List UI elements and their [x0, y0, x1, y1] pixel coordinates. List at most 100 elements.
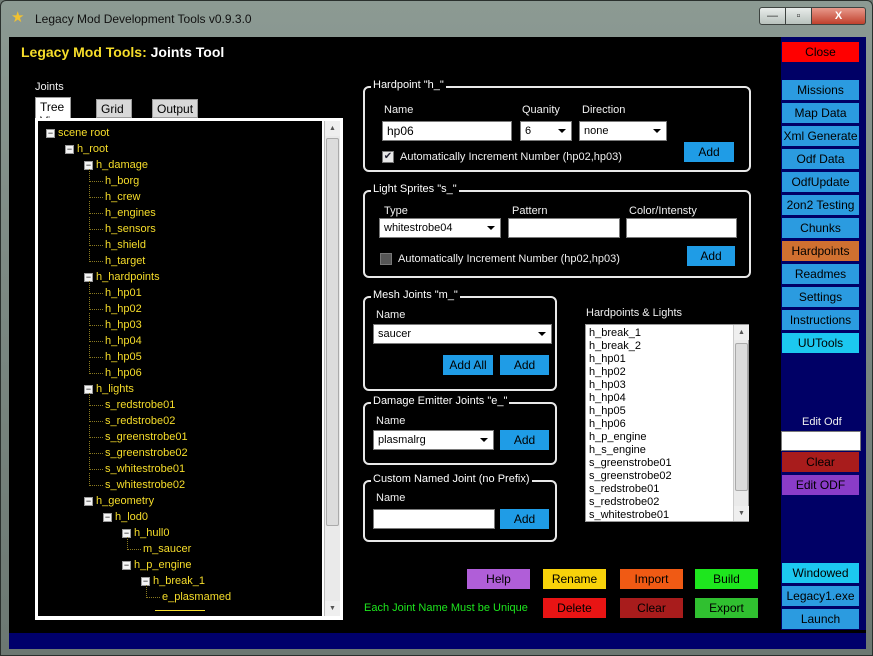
help-button[interactable]: Help	[467, 569, 530, 589]
tree-node[interactable]: s_whitestrobe02	[105, 479, 185, 491]
nav-odf-data[interactable]: Odf Data	[782, 149, 859, 169]
scroll-thumb[interactable]	[735, 343, 748, 491]
scroll-up-arrow-icon[interactable]: ▲	[734, 325, 749, 340]
tree-node[interactable]: s_whitestrobe01	[105, 463, 185, 475]
list-item[interactable]: s_greenstrobe02	[589, 470, 672, 482]
nav-map-data[interactable]: Map Data	[782, 103, 859, 123]
tree-node[interactable]: h_damage	[96, 159, 148, 171]
scroll-down-arrow-icon[interactable]: ▼	[734, 506, 749, 521]
edit-odf-button[interactable]: Edit ODF	[782, 475, 859, 495]
nav-odf-update[interactable]: OdfUpdate	[782, 172, 859, 192]
tree-node[interactable]: h_p_engine	[134, 559, 192, 571]
list-item[interactable]: h_hp05	[589, 405, 626, 417]
odf-clear-button[interactable]: Clear	[782, 452, 859, 472]
edit-odf-input[interactable]	[781, 431, 861, 451]
tree-node[interactable]: h_sensors	[105, 223, 156, 235]
light-type-select[interactable]: whitestrobe04	[379, 218, 501, 238]
nav-xml-generate[interactable]: Xml Generate	[782, 126, 859, 146]
tab-output[interactable]: Output	[152, 99, 199, 118]
tree-expander-icon[interactable]: −	[65, 145, 74, 154]
list-item[interactable]: h_hp06	[589, 418, 626, 430]
light-auto-increment-checkbox[interactable]	[380, 253, 392, 265]
custom-name-input[interactable]	[373, 509, 495, 529]
custom-add-button[interactable]: Add	[500, 509, 549, 529]
clear-button[interactable]: Clear	[620, 598, 683, 618]
legacy-exe-button[interactable]: Legacy1.exe	[782, 586, 859, 606]
tree-scrollbar[interactable]: ▲ ▼	[324, 121, 340, 616]
direction-select[interactable]: none	[579, 121, 667, 141]
tree-expander-icon[interactable]: −	[122, 561, 131, 570]
tree-node[interactable]: h_geometry	[96, 495, 154, 507]
list-item[interactable]: s_greenstrobe01	[589, 457, 672, 469]
close-button[interactable]: Close	[782, 42, 859, 62]
list-item[interactable]: h_s_engine	[589, 444, 646, 456]
window-close-button[interactable]: X	[812, 7, 866, 25]
mesh-add-all-button[interactable]: Add All	[443, 355, 493, 375]
nav-testing[interactable]: 2on2 Testing	[782, 195, 859, 215]
tree-node[interactable]: h_lod0	[115, 511, 148, 523]
tree-node[interactable]: h_hp04	[105, 335, 142, 347]
build-button[interactable]: Build	[695, 569, 758, 589]
tree-node[interactable]: h_engines	[105, 207, 156, 219]
nav-readmes[interactable]: Readmes	[782, 264, 859, 284]
joint-tree[interactable]: − scene root − h_root − h_damage h_borg h_crew h…	[38, 121, 322, 616]
mesh-name-select[interactable]: saucer	[373, 324, 552, 344]
hardpoint-auto-increment-checkbox[interactable]: ✔	[382, 151, 394, 163]
rename-button[interactable]: Rename	[543, 569, 606, 589]
nav-chunks[interactable]: Chunks	[782, 218, 859, 238]
list-item[interactable]: h_hp03	[589, 379, 626, 391]
hardpoint-add-button[interactable]: Add	[684, 142, 734, 162]
list-item[interactable]: h_p_engine	[589, 431, 647, 443]
list-item[interactable]: h_break_1	[589, 327, 641, 339]
tree-node[interactable]: s_redstrobe02	[105, 415, 175, 427]
tree-node[interactable]: m_saucer	[143, 543, 191, 555]
damage-name-select[interactable]: plasmalrg	[373, 430, 494, 450]
tab-grid-view[interactable]: Grid View	[96, 99, 132, 130]
nav-instructions[interactable]: Instructions	[782, 310, 859, 330]
tree-node[interactable]: s_greenstrobe01	[105, 431, 188, 443]
list-item[interactable]: h_hp04	[589, 392, 626, 404]
tree-node[interactable]: h_target	[105, 255, 145, 267]
hardpoint-name-input[interactable]: hp06	[382, 121, 512, 141]
mesh-add-button[interactable]: Add	[500, 355, 549, 375]
color-intensity-input[interactable]	[626, 218, 737, 238]
list-item[interactable]: h_break_2	[589, 340, 641, 352]
pattern-input[interactable]	[508, 218, 620, 238]
tree-node[interactable]: h_root	[77, 143, 108, 155]
tree-node[interactable]: h_break_1	[153, 575, 205, 587]
tree-node[interactable]: h_borg	[105, 175, 139, 187]
launch-button[interactable]: Launch	[782, 609, 859, 629]
nav-settings[interactable]: Settings	[782, 287, 859, 307]
hardpoints-lights-list[interactable]: h_break_1 h_break_2 h_hp01 h_hp02 h_hp03 h_hp…	[585, 324, 749, 522]
scroll-up-arrow-icon[interactable]: ▲	[325, 121, 340, 136]
tree-node[interactable]: h_hp05	[105, 351, 142, 363]
tree-expander-icon[interactable]: −	[103, 513, 112, 522]
tree-node[interactable]: h_hp03	[105, 319, 142, 331]
delete-button[interactable]: Delete	[543, 598, 606, 618]
list-scrollbar[interactable]: ▲ ▼	[733, 325, 749, 521]
light-add-button[interactable]: Add	[687, 246, 735, 266]
nav-missions[interactable]: Missions	[782, 80, 859, 100]
nav-hardpoints[interactable]: Hardpoints	[782, 241, 859, 261]
tree-node[interactable]: e_plasmamed	[162, 591, 231, 603]
list-item[interactable]: s_whitestrobe01	[589, 509, 669, 521]
list-item[interactable]: h_hp02	[589, 366, 626, 378]
tree-node[interactable]: scene root	[58, 127, 109, 139]
scroll-down-arrow-icon[interactable]: ▼	[325, 601, 340, 616]
tab-tree-view[interactable]: Tree View	[35, 97, 71, 128]
list-item[interactable]: s_redstrobe01	[589, 483, 659, 495]
import-button[interactable]: Import	[620, 569, 683, 589]
tree-node[interactable]: s_redstrobe01	[105, 399, 175, 411]
maximize-button[interactable]: ▫	[786, 7, 812, 25]
tree-expander-icon[interactable]: −	[84, 497, 93, 506]
tree-node[interactable]: h_hp01	[105, 287, 142, 299]
quantity-select[interactable]: 6	[520, 121, 572, 141]
tree-node[interactable]: h_hp06	[105, 367, 142, 379]
scroll-thumb[interactable]	[326, 138, 339, 526]
list-item[interactable]: h_hp01	[589, 353, 626, 365]
tree-node[interactable]: s_greenstrobe02	[105, 447, 188, 459]
windowed-button[interactable]: Windowed	[782, 563, 859, 583]
tree-node[interactable]: h_shield	[105, 239, 146, 251]
list-item[interactable]: s_redstrobe02	[589, 496, 659, 508]
tree-node[interactable]: h_hardpoints	[96, 271, 160, 283]
